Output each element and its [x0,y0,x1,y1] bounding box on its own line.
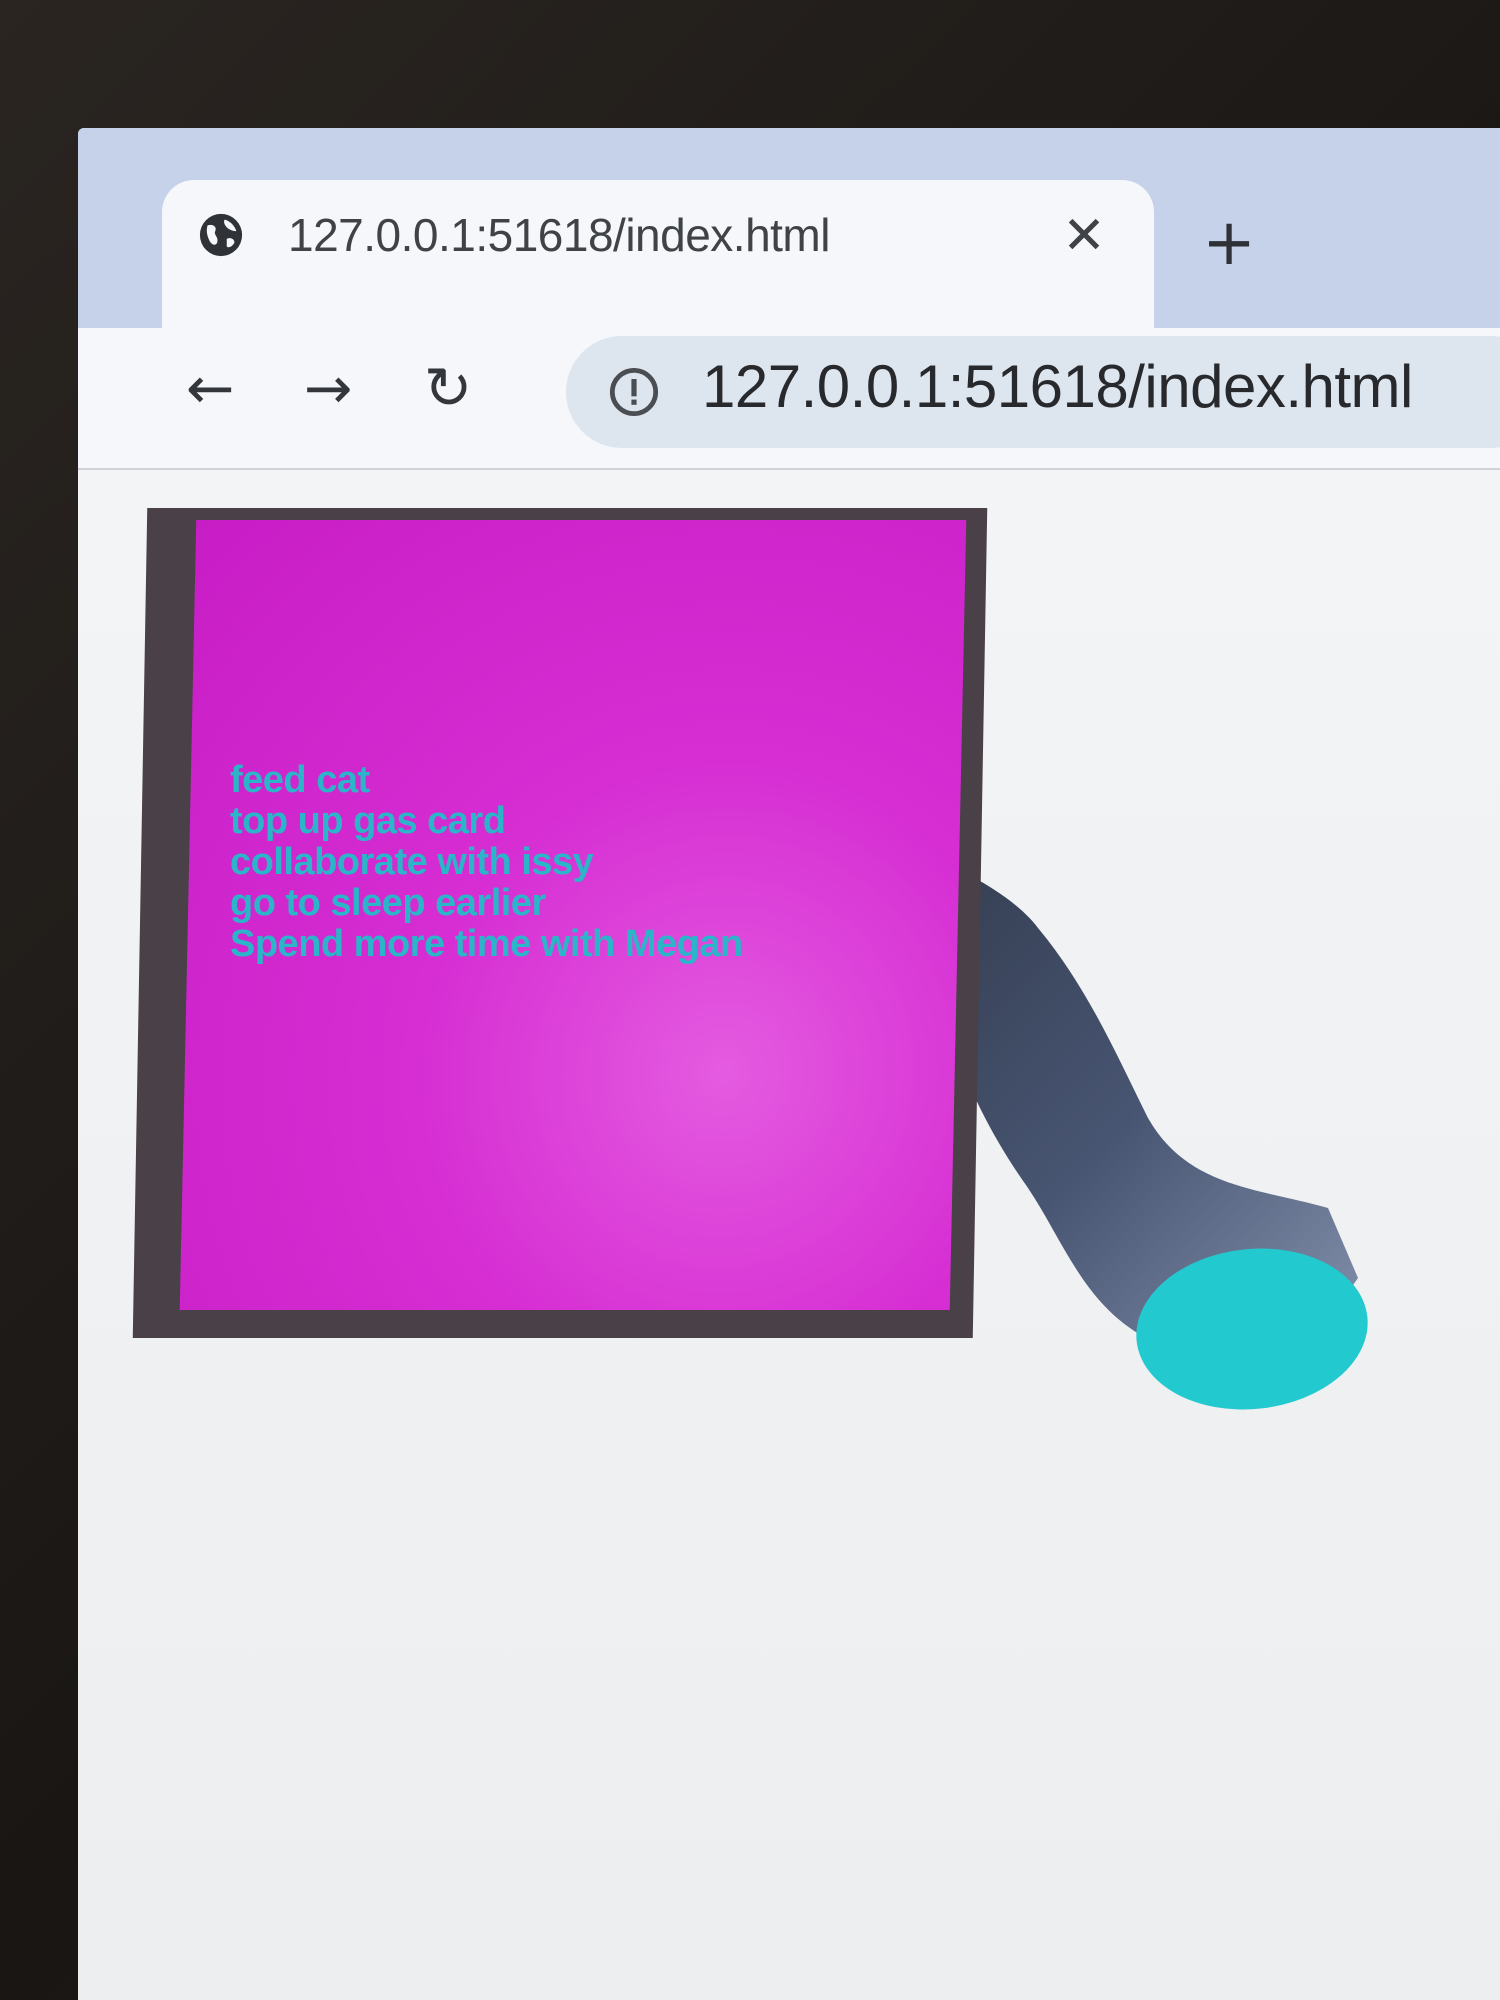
todo-list: feed cat top up gas card collaborate wit… [230,760,743,965]
reload-icon[interactable]: ↻ [408,348,488,428]
globe-icon [199,213,243,257]
todo-item: Spend more time with Megan [230,923,743,965]
todo-item: collaborate with issy [230,841,594,883]
forward-arrow-icon[interactable]: → [288,348,368,428]
todo-item: top up gas card [230,800,506,842]
todo-item: go to sleep earlier [230,882,546,924]
new-tab-button[interactable]: + [1194,206,1264,280]
close-icon[interactable]: ✕ [1054,206,1114,266]
info-icon[interactable] [608,366,660,418]
back-arrow-icon[interactable]: ← [170,348,250,428]
address-bar-url[interactable]: 127.0.0.1:51618/index.html [702,352,1413,421]
todo-item: feed cat [230,759,370,801]
tab-title: 127.0.0.1:51618/index.html [288,209,830,261]
browser-window: 127.0.0.1:51618/index.html ✕ + ← → ↻ 127… [78,128,1500,2000]
